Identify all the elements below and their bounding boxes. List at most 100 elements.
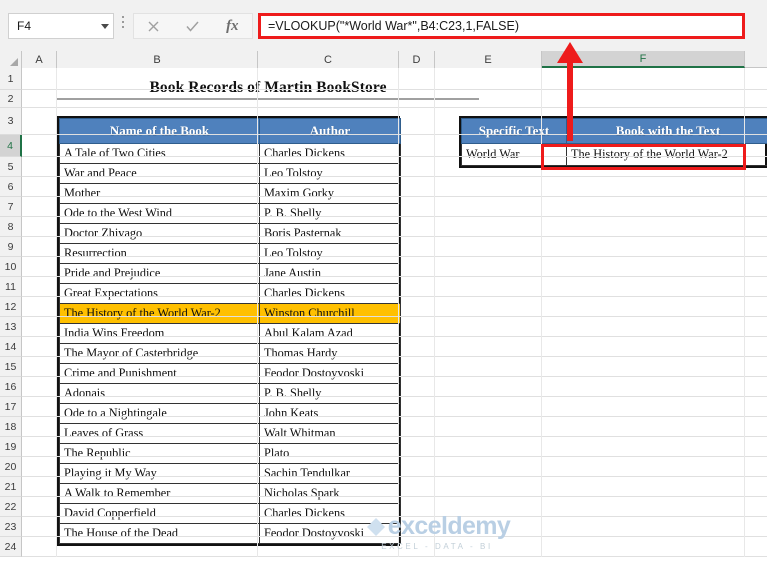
row-header-22[interactable]: 22 xyxy=(0,497,22,517)
cell-author[interactable]: Charles Dickens xyxy=(259,143,401,164)
column-header-a[interactable]: A xyxy=(22,51,57,68)
column-header-c[interactable]: C xyxy=(258,51,399,68)
cell-book-name[interactable]: Ode to a Nightingale xyxy=(59,403,260,424)
table-row: The History of the World War-2 Winston Ch… xyxy=(59,303,401,324)
cell-author[interactable]: Leo Tolstoy xyxy=(259,243,401,264)
table-row: Resurrection Leo Tolstoy xyxy=(59,243,401,264)
cell-book-name[interactable]: David Copperfield xyxy=(59,503,260,524)
cell-author[interactable]: Charles Dickens xyxy=(259,503,401,524)
column-header-b[interactable]: B xyxy=(57,51,258,68)
cell-book-name[interactable]: Doctor Zhivago xyxy=(59,223,260,244)
cell-author[interactable]: Maxim Gorky xyxy=(259,183,401,204)
gridline xyxy=(22,456,767,457)
row-header-3[interactable]: 3 xyxy=(0,108,22,135)
gridline xyxy=(22,476,767,477)
cell-author[interactable]: Feodor Dostoyvoski xyxy=(259,523,401,544)
cell-author[interactable]: Sachin Tendulkar xyxy=(259,463,401,484)
cell-book-name[interactable]: Playing it My Way xyxy=(59,463,260,484)
row-header-19[interactable]: 19 xyxy=(0,437,22,457)
cell-book-name[interactable]: The Mayor of Casterbridge xyxy=(59,343,260,364)
cell-author[interactable]: Leo Tolstoy xyxy=(259,163,401,184)
gridline xyxy=(22,536,767,537)
cell-author[interactable]: Winston Churchill xyxy=(259,303,401,324)
row-header-24[interactable]: 24 xyxy=(0,537,22,557)
cell-book-name[interactable]: Leaves of Grass xyxy=(59,423,260,444)
cells-area[interactable]: Book Records of Martin BookStore Name of… xyxy=(22,68,767,567)
cell-book-name[interactable]: Resurrection xyxy=(59,243,260,264)
cell-book-name[interactable]: Adonais xyxy=(59,383,260,404)
row-header-15[interactable]: 15 xyxy=(0,357,22,377)
table-row: Ode to a Nightingale John Keats xyxy=(59,403,401,424)
cell-book-name[interactable]: The History of the World War-2 xyxy=(59,303,260,324)
row-header-4[interactable]: 4 xyxy=(0,135,22,157)
gridline xyxy=(22,134,767,135)
gridline xyxy=(22,196,767,197)
fx-icon[interactable]: fx xyxy=(215,15,249,37)
cell-book-name[interactable]: A Walk to Remember xyxy=(59,483,260,504)
row-header-11[interactable]: 11 xyxy=(0,277,22,297)
row-header-12[interactable]: 12 xyxy=(0,297,22,317)
cell-book-name[interactable]: The Republic xyxy=(59,443,260,464)
table-row: The House of the Dead Feodor Dostoyvoski xyxy=(59,523,401,544)
cell-author[interactable]: Walt Whitman xyxy=(259,423,401,444)
cell-book-name[interactable]: Crime and Punishment xyxy=(59,363,260,384)
row-header-23[interactable]: 23 xyxy=(0,517,22,537)
cell-book-name[interactable]: Pride and Prejudice xyxy=(59,263,260,284)
column-header-e[interactable]: E xyxy=(435,51,542,68)
row-header-13[interactable]: 13 xyxy=(0,317,22,337)
table-header-row: Name of the Book Author xyxy=(59,118,401,144)
cell-author[interactable]: Plato xyxy=(259,443,401,464)
cell-book-name[interactable]: Ode to the West Wind xyxy=(59,203,260,224)
row-header-21[interactable]: 21 xyxy=(0,477,22,497)
close-icon[interactable] xyxy=(137,15,171,37)
table-row: War and Peace Leo Tolstoy xyxy=(59,163,401,184)
row-header-18[interactable]: 18 xyxy=(0,417,22,437)
cell-lookup-result[interactable]: The History of the World War-2 xyxy=(566,143,767,166)
check-icon[interactable] xyxy=(176,15,210,37)
cell-book-name[interactable]: Great Expectations xyxy=(59,283,260,304)
select-all-corner[interactable] xyxy=(0,51,22,68)
row-header-17[interactable]: 17 xyxy=(0,397,22,417)
row-header-5[interactable]: 5 xyxy=(0,157,22,177)
row-header-14[interactable]: 14 xyxy=(0,337,22,357)
cell-book-name[interactable]: The House of the Dead xyxy=(59,523,260,544)
cell-author[interactable]: Feodor Dostoyvoski xyxy=(259,363,401,384)
row-header-2[interactable]: 2 xyxy=(0,90,22,108)
cell-author[interactable]: Abul Kalam Azad xyxy=(259,323,401,344)
cell-specific-text[interactable]: World War xyxy=(461,143,567,166)
gridline xyxy=(434,68,435,557)
table-row: Doctor Zhivago Boris Pasternak xyxy=(59,223,401,244)
column-header-f[interactable]: F xyxy=(542,51,745,68)
row-header-20[interactable]: 20 xyxy=(0,457,22,477)
cell-author[interactable]: Nicholas Spark xyxy=(259,483,401,504)
cell-book-name[interactable]: A Tale of Two Cities xyxy=(59,143,260,164)
gridline xyxy=(22,107,767,108)
name-box[interactable]: F4 xyxy=(8,13,114,39)
column-header-row: ABCDEF xyxy=(0,51,767,68)
gridline xyxy=(22,156,767,157)
formula-text: =VLOOKUP("*World War*",B4:C23,1,FALSE) xyxy=(268,19,519,33)
cell-author[interactable]: P. B. Shelly xyxy=(259,383,401,404)
page-title: Book Records of Martin BookStore xyxy=(149,79,387,96)
cell-author[interactable]: Charles Dickens xyxy=(259,283,401,304)
chevron-down-icon[interactable] xyxy=(97,23,113,29)
cell-author[interactable]: P. B. Shelly xyxy=(259,203,401,224)
cell-book-name[interactable]: War and Peace xyxy=(59,163,260,184)
row-header-10[interactable]: 10 xyxy=(0,257,22,277)
formula-input[interactable]: =VLOOKUP("*World War*",B4:C23,1,FALSE) xyxy=(258,13,745,39)
row-header-8[interactable]: 8 xyxy=(0,217,22,237)
row-header-16[interactable]: 16 xyxy=(0,377,22,397)
cell-author[interactable]: Jane Austin xyxy=(259,263,401,284)
cell-book-name[interactable]: India Wins Freedom xyxy=(59,323,260,344)
row-header-7[interactable]: 7 xyxy=(0,197,22,217)
gridline xyxy=(22,496,767,497)
row-header-1[interactable]: 1 xyxy=(0,68,22,90)
gridline xyxy=(257,68,258,557)
cell-author[interactable]: Thomas Hardy xyxy=(259,343,401,364)
row-header-6[interactable]: 6 xyxy=(0,177,22,197)
cell-author[interactable]: John Keats xyxy=(259,403,401,424)
cell-author[interactable]: Boris Pasternak xyxy=(259,223,401,244)
cell-book-name[interactable]: Mother xyxy=(59,183,260,204)
column-header-d[interactable]: D xyxy=(399,51,435,68)
row-header-9[interactable]: 9 xyxy=(0,237,22,257)
